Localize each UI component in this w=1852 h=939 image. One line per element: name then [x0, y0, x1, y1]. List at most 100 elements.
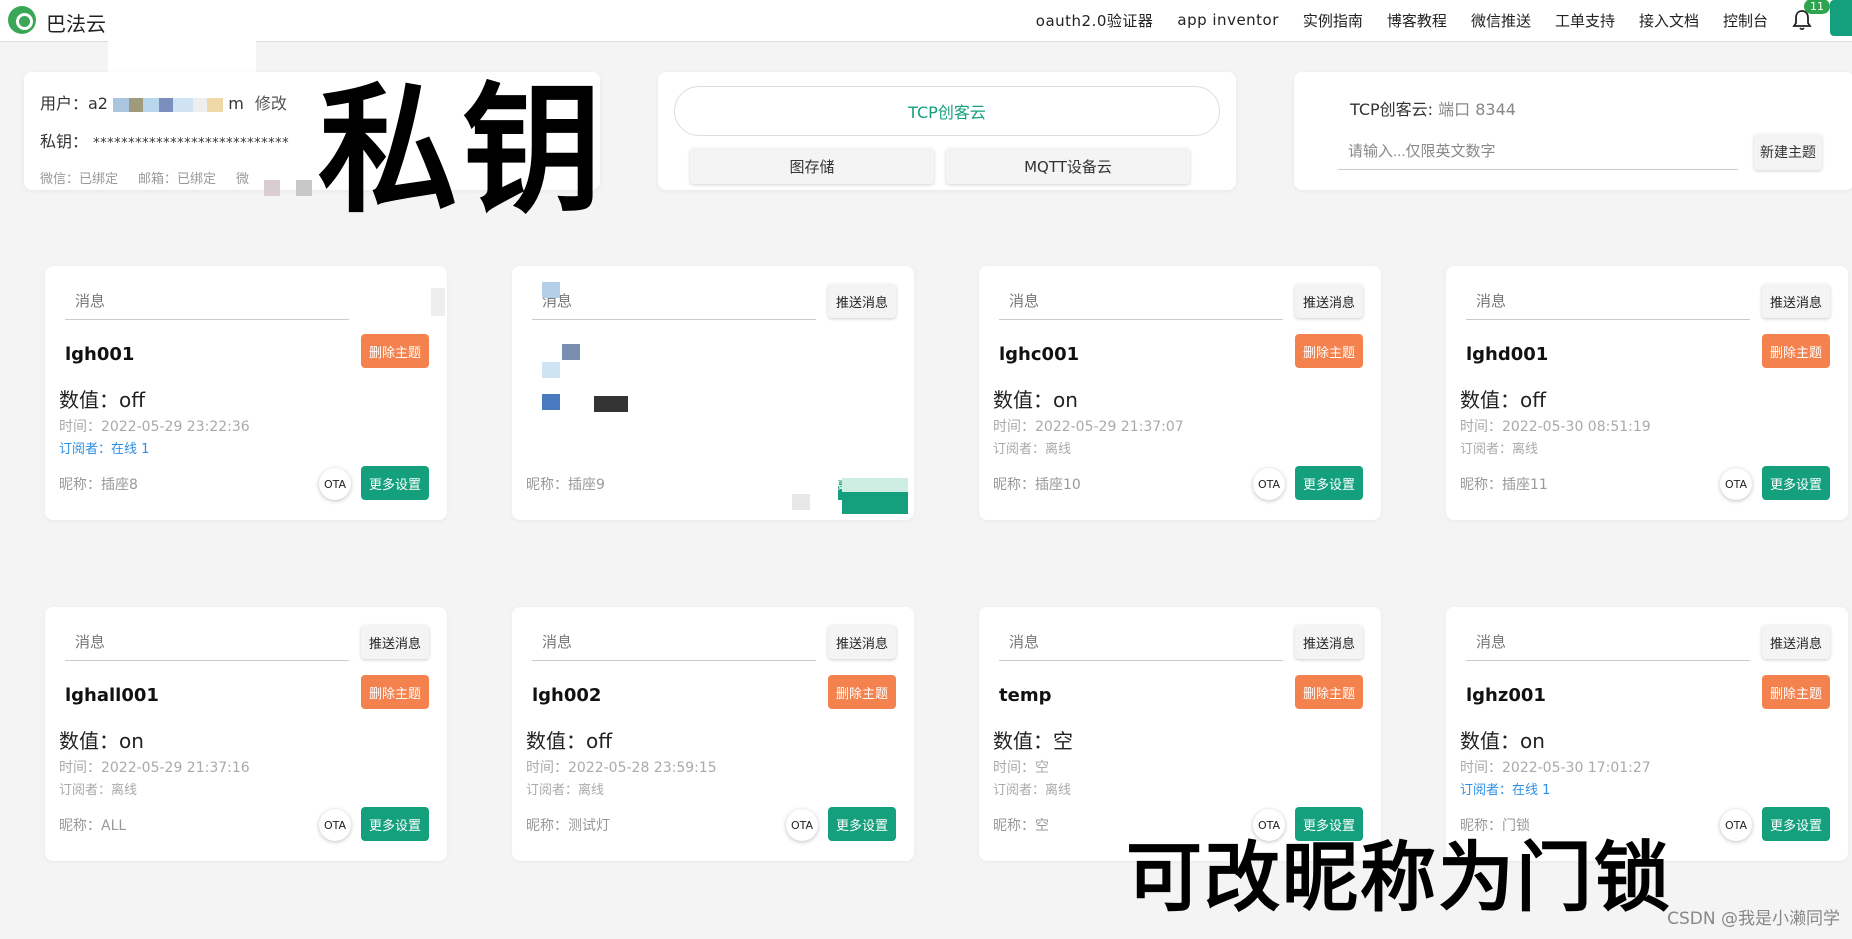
nav-examples[interactable]: 实例指南 [1303, 10, 1363, 31]
topic-name: lgh002 [532, 685, 602, 706]
delete-topic-button[interactable]: 删除主题 [1295, 675, 1363, 709]
device-card: 推送消息lgh001删除主题数值：off时间：2022-05-29 23:22:… [45, 266, 447, 520]
redacted-pixels [296, 180, 312, 196]
redaction-mask [742, 464, 838, 514]
message-input[interactable] [1466, 625, 1750, 661]
subscriber-status: 订阅者：离线 [526, 783, 605, 798]
more-settings-button[interactable]: 更多设置 [361, 466, 429, 500]
topic-time: 时间：2022-05-30 17:01:27 [1460, 760, 1651, 776]
more-settings-button[interactable]: 更多设置 [1762, 466, 1830, 500]
subscriber-status: 订阅者：离线 [993, 783, 1072, 798]
ota-button[interactable]: OTA [786, 809, 818, 841]
push-message-button[interactable]: 推送消息 [1295, 625, 1363, 659]
nickname-annotation: 可改昵称为门锁 [1126, 833, 1672, 922]
wechat-bind-status: 微信：已绑定 [40, 172, 119, 187]
push-message-button[interactable]: 推送消息 [361, 625, 429, 659]
delete-topic-button[interactable]: 删除主题 [1295, 334, 1363, 368]
subscriber-status: 订阅者：离线 [1460, 442, 1539, 457]
nav-app-inventor[interactable]: app inventor [1177, 11, 1279, 29]
redaction-mask [842, 478, 908, 492]
delete-topic-button[interactable]: 删除主题 [1762, 675, 1830, 709]
ota-button[interactable]: OTA [1253, 468, 1285, 500]
private-key-annotation: 私钥 [318, 70, 607, 233]
private-key-label: 私钥： [40, 132, 89, 151]
topic-time: 时间：2022-05-29 21:37:16 [59, 760, 250, 776]
redaction-mask [594, 396, 628, 412]
push-message-button[interactable]: 推送消息 [1762, 284, 1830, 318]
redacted-pixels [207, 97, 224, 112]
topic-nickname: 昵称：ALL [59, 818, 127, 834]
user-suffix: m [228, 94, 244, 113]
user-label: 用户：a2 [40, 94, 108, 113]
message-input[interactable] [999, 284, 1283, 320]
redacted-pixels [193, 97, 208, 112]
topic-nickname: 昵称：插座9 [526, 477, 605, 493]
new-topic-button[interactable]: 新建主题 [1754, 134, 1822, 170]
more-settings-button[interactable]: 更多设置 [828, 807, 896, 841]
private-key-value[interactable]: **************************** [93, 136, 289, 151]
ota-button[interactable]: OTA [319, 468, 351, 500]
ota-button[interactable]: OTA [319, 809, 351, 841]
app-title[interactable]: 巴法云 [46, 8, 106, 37]
tcp-cloud-panel: TCP创客云 图存储 MQTT设备云 [658, 72, 1236, 190]
delete-topic-button[interactable]: 删除主题 [361, 675, 429, 709]
redacted-pixels [159, 97, 174, 112]
topic-value: 数值：on [993, 388, 1078, 412]
more-settings-button[interactable]: 更多设置 [1295, 466, 1363, 500]
redacted-pixels [113, 97, 130, 112]
device-card: 推送消息 lghz001 删除主题数值：on 时间：2022-05-30 17:01:… [1446, 607, 1848, 861]
email-bind-status: 邮箱：已绑定 [138, 172, 217, 187]
redaction-mask [542, 362, 560, 378]
push-message-button[interactable]: 推送消息 [1762, 625, 1830, 659]
tcp-port-info: TCP创客云: 端口 8344 [1350, 96, 1516, 120]
delete-topic-button[interactable]: 删除主题 [361, 334, 429, 368]
subscriber-status: 订阅者：离线 [993, 442, 1072, 457]
tcp-port-label: TCP创客云: [1350, 100, 1434, 119]
topic-name: temp [999, 685, 1052, 706]
message-input[interactable] [999, 625, 1283, 661]
device-card: 推送消息 lghc001 删除主题数值：on 时间：2022-05-29 21:37:… [979, 266, 1381, 520]
topic-name: lghall001 [65, 685, 159, 706]
topic-name: lghz001 [1466, 685, 1546, 706]
delete-topic-button[interactable]: 删除主题 [828, 675, 896, 709]
topic-time: 时间：2022-05-30 08:51:19 [1460, 419, 1651, 435]
nav-console[interactable]: 控制台 [1723, 10, 1768, 31]
topic-name: lghc001 [999, 344, 1080, 365]
push-message-button[interactable]: 推送消息 [1295, 284, 1363, 318]
nav-wechat-push[interactable]: 微信推送 [1471, 10, 1531, 31]
message-input[interactable] [532, 625, 816, 661]
mqtt-cloud-button[interactable]: MQTT设备云 [946, 148, 1190, 184]
redacted-pixels [143, 97, 160, 112]
notification-bell[interactable]: 11 [1792, 0, 1830, 31]
edit-user-link[interactable]: 修改 [255, 94, 287, 113]
image-storage-button[interactable]: 图存储 [690, 148, 934, 184]
new-topic-panel: TCP创客云: 端口 8344 新建主题 [1294, 72, 1852, 190]
bafa-logo-icon[interactable] [8, 6, 36, 34]
subscriber-status: 订阅者：离线 [59, 783, 138, 798]
nav-oauth-validator[interactable]: oauth2.0验证器 [1036, 10, 1154, 31]
message-input[interactable] [65, 625, 349, 661]
topic-value: 数值：空 [993, 729, 1073, 753]
redaction-mask [792, 494, 810, 510]
message-input[interactable] [1466, 284, 1750, 320]
device-card: 推送消息删除主题时订阅者：离线昵称：插座9OTA更多设置 [512, 266, 914, 520]
topic-name-input[interactable] [1338, 134, 1738, 170]
more-settings-button[interactable]: 更多设置 [1762, 807, 1830, 841]
topic-nickname: 昵称：测试灯 [526, 818, 610, 834]
ota-button[interactable]: OTA [1720, 468, 1752, 500]
corner-action-button[interactable] [1830, 0, 1852, 36]
tcp-cloud-tab[interactable]: TCP创客云 [674, 86, 1220, 136]
delete-topic-button[interactable]: 删除主题 [1762, 334, 1830, 368]
ota-button[interactable]: OTA [1720, 809, 1752, 841]
push-message-button[interactable]: 推送消息 [828, 284, 896, 318]
message-input[interactable] [65, 284, 349, 320]
push-message-button[interactable]: 推送消息 [828, 625, 896, 659]
more-settings-button[interactable]: 更多设置 [361, 807, 429, 841]
message-input[interactable] [532, 284, 816, 320]
nav-ticket-support[interactable]: 工单支持 [1555, 10, 1615, 31]
subscriber-status: 订阅者：在线 1 [1460, 783, 1551, 798]
nav-docs[interactable]: 接入文档 [1639, 10, 1699, 31]
topic-value: 数值：off [1460, 388, 1547, 412]
nav-blog[interactable]: 博客教程 [1387, 10, 1447, 31]
topic-nickname: 昵称：空 [993, 818, 1049, 834]
